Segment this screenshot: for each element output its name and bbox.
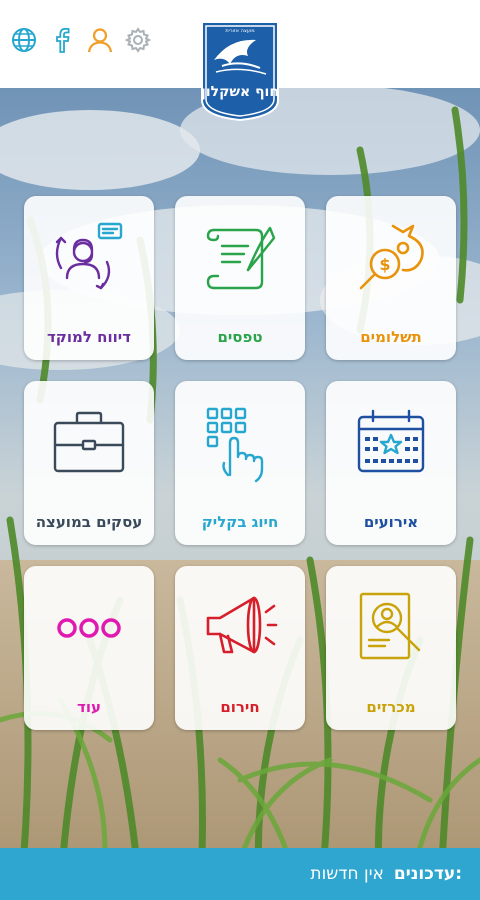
tile-label: חיוג בקליק xyxy=(201,513,279,531)
report-center-icon xyxy=(49,218,129,298)
tile-label: אירועים xyxy=(363,513,419,531)
tile-events[interactable]: אירועים xyxy=(326,381,456,545)
forms-icon xyxy=(200,218,280,298)
services-grid: $ תשלומים טפסים דיווח למוקד אירועים חיוג… xyxy=(24,196,456,732)
globe-icon[interactable] xyxy=(10,26,38,54)
logo-text: חוף אשקלון xyxy=(201,84,279,100)
calendar-icon xyxy=(351,403,431,483)
tile-report-center[interactable]: דיווח למוקד xyxy=(24,196,154,360)
tile-label: דיווח למוקד xyxy=(46,328,131,346)
dial-icon xyxy=(200,403,280,483)
tile-label: מכרזים xyxy=(366,698,416,716)
tile-emergency[interactable]: חירום xyxy=(175,566,305,730)
tenders-icon xyxy=(351,588,431,668)
news-title: עדכונים: xyxy=(393,864,462,884)
tile-forms[interactable]: טפסים xyxy=(175,196,305,360)
tile-label: טפסים xyxy=(217,328,263,346)
council-logo[interactable]: מועצה אזורית חוף אשקלון xyxy=(200,20,280,122)
top-icons-group xyxy=(10,26,152,54)
news-text: אין חדשות xyxy=(310,864,384,884)
tile-label: תשלומים xyxy=(360,328,422,346)
briefcase-icon xyxy=(49,403,129,483)
news-ticker[interactable]: אין חדשות עדכונים: xyxy=(0,848,480,900)
tile-tenders[interactable]: מכרזים xyxy=(326,566,456,730)
more-icon xyxy=(49,588,129,668)
megaphone-icon xyxy=(200,588,280,668)
payments-icon: $ xyxy=(351,218,431,298)
tile-label: עוד xyxy=(77,698,101,716)
tile-more[interactable]: עוד xyxy=(24,566,154,730)
tile-businesses[interactable]: עסקים במועצה xyxy=(24,381,154,545)
tile-payments[interactable]: $ תשלומים xyxy=(326,196,456,360)
tile-label: עסקים במועצה xyxy=(35,513,143,531)
tile-label: חירום xyxy=(220,698,260,716)
tile-dial[interactable]: חיוג בקליק xyxy=(175,381,305,545)
user-icon[interactable] xyxy=(86,26,114,54)
logo-top-text: מועצה אזורית xyxy=(225,28,254,34)
facebook-icon[interactable] xyxy=(48,26,76,54)
gear-icon[interactable] xyxy=(124,26,152,54)
svg-text:$: $ xyxy=(379,255,390,274)
